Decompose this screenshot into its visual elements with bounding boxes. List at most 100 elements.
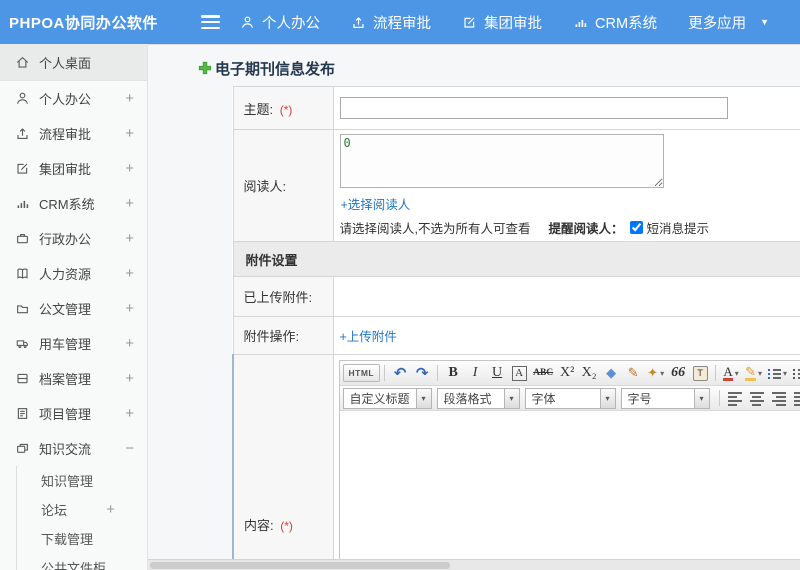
superscript-button[interactable]: X²	[556, 362, 578, 384]
subscript-button[interactable]: X₂	[578, 362, 600, 384]
flow-icon	[351, 15, 366, 30]
nav-label: CRM系统	[595, 15, 658, 32]
align-center-button[interactable]	[746, 387, 768, 409]
sidebar-item-flow-approval[interactable]: 流程审批 +	[0, 116, 147, 151]
sidebar-item-crm[interactable]: CRM系统 +	[0, 186, 147, 221]
font-family-select[interactable]: 字体 ▾	[524, 387, 616, 409]
chevron-down-icon: ▾	[660, 368, 665, 378]
select-readers-link[interactable]: +选择阅读人	[341, 194, 411, 213]
required-mark: (*)	[279, 102, 293, 117]
sidebar-item-hr[interactable]: 人力资源 +	[0, 256, 147, 291]
editor-content[interactable]	[339, 411, 800, 563]
sms-remind-checkbox[interactable]	[629, 221, 643, 234]
nav-personal-office[interactable]: 个人办公	[240, 12, 320, 33]
uploaded-value-cell	[332, 276, 800, 317]
paste-icon: T	[692, 365, 708, 381]
sidebar-item-document-mgmt[interactable]: 公文管理 +	[0, 291, 147, 326]
edit-icon	[15, 161, 30, 176]
expand-sign: +	[125, 195, 134, 212]
content-value-cell: HTML ↶ ↷ B I U A ABC X² X₂ ◆ ✎ ✦ ▾ 66 T …	[332, 354, 800, 570]
sidebar-item-personal-office[interactable]: 个人办公 +	[0, 81, 147, 116]
remove-format-button[interactable]: ◆	[600, 362, 622, 384]
horizontal-scrollbar[interactable]	[148, 559, 800, 570]
sidebar-item-vehicle-mgmt[interactable]: 用车管理 +	[0, 326, 147, 361]
font-color-icon: A	[723, 364, 733, 381]
sidebar-label: 项目管理	[39, 407, 92, 422]
undo-button[interactable]: ↶	[389, 362, 411, 384]
paste-plain-button[interactable]: T	[689, 362, 711, 384]
font-style-glyph: A	[511, 365, 527, 381]
redo-button[interactable]: ↷	[411, 362, 433, 384]
sidebar-subitem-knowledge-mgmt[interactable]: 知识管理	[17, 466, 147, 495]
font-color-button[interactable]: A ▾	[720, 362, 742, 384]
subject-input[interactable]	[339, 97, 728, 119]
blockquote-button[interactable]: 66	[667, 362, 689, 384]
sidebar-label: 下载管理	[41, 532, 94, 547]
align-justify-button[interactable]	[790, 387, 800, 409]
format-painter-button[interactable]: ✎	[622, 362, 644, 384]
sms-option-label: 短消息提示	[646, 222, 710, 236]
person-icon	[15, 91, 30, 106]
sidebar-subitem-download-mgmt[interactable]: 下载管理	[17, 524, 147, 553]
sidebar-item-knowledge-exchange[interactable]: 知识交流 −	[0, 431, 147, 466]
unordered-list-button[interactable]: ▾	[790, 362, 800, 384]
readers-label: 阅读人:	[243, 179, 287, 194]
sidebar-subitem-forum[interactable]: 论坛 +	[17, 495, 147, 524]
font-style-button[interactable]: A	[508, 362, 530, 384]
nav-more-apps[interactable]: 更多应用 ▼	[688, 12, 769, 33]
align-right-button[interactable]	[768, 387, 790, 409]
upload-attachment-link[interactable]: +上传附件	[340, 326, 397, 345]
editor-toolbar-row-2: 自定义标题 ▾ 段落格式 ▾ 字体 ▾ 字号 ▾	[339, 386, 800, 411]
edit-icon	[462, 15, 477, 30]
content-label-cell: 内容: (*)	[232, 354, 334, 570]
sidebar-label: 集团审批	[39, 162, 92, 177]
add-icon	[198, 61, 212, 75]
sidebar-item-project-mgmt[interactable]: 项目管理 +	[0, 396, 147, 431]
highlight-color-button[interactable]: ✎ ▾	[742, 362, 765, 384]
expand-sign: +	[125, 230, 134, 247]
actions-label-cell: 附件操作:	[232, 316, 334, 355]
ordered-list-button[interactable]: ▾	[765, 362, 790, 384]
actions-value-cell: +上传附件	[332, 316, 800, 355]
bold-button[interactable]: B	[442, 362, 464, 384]
italic-button[interactable]: I	[464, 362, 486, 384]
font-size-select[interactable]: 字号 ▾	[620, 387, 710, 409]
align-left-button[interactable]	[724, 387, 746, 409]
sidebar-label: 个人桌面	[39, 55, 92, 71]
strikethrough-button[interactable]: ABC	[530, 362, 556, 384]
heading-select[interactable]: 自定义标题 ▾	[342, 387, 432, 409]
readers-hint-line: 请选择阅读人,不选为所有人可查看 提醒阅读人： 短消息提示	[340, 218, 800, 237]
auto-typeset-button[interactable]: ✦ ▾	[644, 362, 667, 384]
menu-icon[interactable]	[200, 15, 221, 29]
readers-textarea[interactable]: 0	[339, 134, 664, 188]
align-justify-icon	[793, 390, 800, 406]
sidebar-item-admin-office[interactable]: 行政办公 +	[0, 221, 147, 256]
nav-crm-system[interactable]: CRM系统	[573, 12, 657, 33]
sidebar-subitem-public-file-cabinet[interactable]: 公共文件柜	[17, 553, 147, 570]
chevron-down-icon: ▾	[503, 388, 519, 408]
chart-icon	[573, 15, 588, 30]
sidebar-item-personal-desktop[interactable]: 个人桌面	[0, 44, 147, 81]
nav-label: 集团审批	[484, 15, 543, 32]
scrollbar-thumb[interactable]	[150, 562, 450, 569]
sidebar-label: 人力资源	[39, 267, 92, 282]
sidebar-label: 用车管理	[39, 337, 92, 352]
nav-group-approval[interactable]: 集团审批	[462, 12, 542, 33]
html-source-button[interactable]: HTML	[342, 364, 381, 382]
underline-button[interactable]: U	[486, 362, 508, 384]
chevron-down-icon: ▾	[783, 368, 788, 378]
sidebar-item-archive-mgmt[interactable]: 档案管理 +	[0, 361, 147, 396]
nav-flow-approval[interactable]: 流程审批	[351, 12, 431, 33]
knowledge-submenu: 知识管理 论坛 + 下载管理 公共文件柜	[16, 466, 147, 570]
paragraph-format-select[interactable]: 段落格式 ▾	[436, 387, 520, 409]
size-select-value: 字号	[627, 391, 652, 406]
expand-sign: +	[125, 265, 134, 282]
folder-icon	[15, 301, 30, 316]
archive-icon	[15, 371, 30, 386]
heading-select-value: 自定义标题	[349, 391, 410, 406]
home-icon	[15, 55, 30, 70]
chevron-down-icon: ▼	[760, 17, 769, 27]
attachment-actions-row: 附件操作: +上传附件	[232, 316, 800, 355]
sidebar-item-group-approval[interactable]: 集团审批 +	[0, 151, 147, 186]
sidebar-label: 公共文件柜	[41, 561, 107, 570]
